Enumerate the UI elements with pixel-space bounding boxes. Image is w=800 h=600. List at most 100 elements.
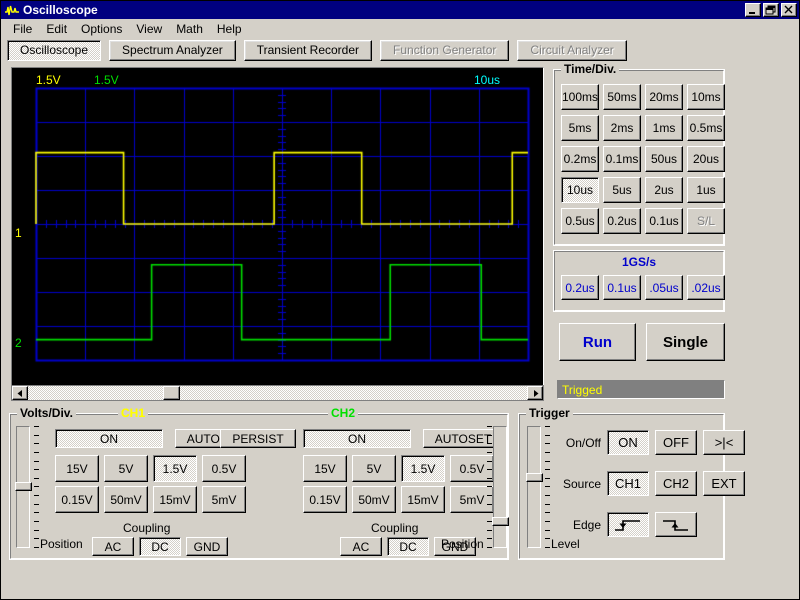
ch2-volts-readout: 1.5V [94,73,119,87]
ch2-position-slider[interactable] [492,426,509,548]
timediv-0-2us[interactable]: 0.2us [603,208,641,234]
trigger-onoff-off[interactable]: OFF [655,430,697,455]
timediv-100ms[interactable]: 100ms [561,84,599,110]
menu-options[interactable]: Options [74,21,129,37]
timediv-5us[interactable]: 5us [603,177,641,203]
persist-button[interactable]: PERSIST [220,429,296,448]
trigger-level-thumb[interactable] [526,473,543,482]
ch2-coupling-dc[interactable]: DC [387,537,429,556]
timediv-1ms[interactable]: 1ms [645,115,683,141]
trigger-edge-falling[interactable] [655,512,697,537]
ch2-range-50mv[interactable]: 50mV [352,486,396,513]
scrollbar-track[interactable] [28,386,527,400]
ch2-position-thumb[interactable] [492,517,509,526]
trigger-panel: Trigger Level On/Off ON OFF >|< Source CH1… [518,406,745,560]
samplerate-02us[interactable]: .02us [687,275,725,300]
trigger-onoff-on[interactable]: ON [607,430,649,455]
timediv-0-2ms[interactable]: 0.2ms [561,146,599,172]
scope-display[interactable]: 1.5V 1.5V 10us 1 2 [11,67,544,397]
timediv-2ms[interactable]: 2ms [603,115,641,141]
ch2-range-0-15v[interactable]: 0.15V [303,486,347,513]
run-button[interactable]: Run [559,323,636,361]
rising-edge-icon [615,519,640,531]
ch2-range-15mv[interactable]: 15mV [401,486,445,513]
ch1-position-thumb[interactable] [15,482,32,491]
trigger-level-slider[interactable] [526,426,543,548]
ch1-range-0-15v[interactable]: 0.15V [55,486,99,513]
single-button[interactable]: Single [646,323,725,361]
trigger-source-ch1[interactable]: CH1 [607,471,649,496]
timediv-20us[interactable]: 20us [687,146,725,172]
scope-horizontal-scrollbar[interactable] [11,385,544,401]
timediv-10us[interactable]: 10us [561,177,599,203]
mode-toolbar: Oscilloscope Spectrum Analyzer Transient R… [1,38,799,62]
samplerate-0-1us[interactable]: 0.1us [603,275,641,300]
timediv-0-5ms[interactable]: 0.5ms [687,115,725,141]
trigger-source-row: Source CH1 CH2 EXT [559,471,745,496]
mode-transient-recorder[interactable]: Transient Recorder [243,39,373,61]
menu-math[interactable]: Math [169,21,210,37]
timediv-0-1us[interactable]: 0.1us [645,208,683,234]
ch2-coupling-ac[interactable]: AC [340,537,382,556]
timediv-2us[interactable]: 2us [645,177,683,203]
ch1-range-1-5v[interactable]: 1.5V [153,455,197,482]
mode-circuit-analyzer: Circuit Analyzer [517,39,627,61]
trigger-source-label: Source [562,476,601,491]
ch2-title: CH2 [328,406,359,420]
scroll-right-icon [533,389,538,397]
restore-icon [765,5,776,15]
ch2-on-button[interactable]: ON [303,429,411,448]
ch1-coupling-dc[interactable]: DC [139,537,181,556]
timediv-0-1ms[interactable]: 0.1ms [603,146,641,172]
menu-file[interactable]: File [6,21,39,37]
trigger-source-ch2[interactable]: CH2 [655,471,697,496]
scroll-right-button[interactable] [527,386,543,400]
ch2-range-15v[interactable]: 15V [303,455,347,482]
samplerate-05us[interactable]: .05us [645,275,683,300]
trigger-onoff-label: On/Off [565,435,601,450]
ch1-range-50mv[interactable]: 50mV [104,486,148,513]
menu-edit[interactable]: Edit [39,21,74,37]
ch1-range-5v[interactable]: 5V [104,455,148,482]
maximize-button[interactable] [763,3,779,17]
trigger-source-ext[interactable]: EXT [703,471,745,496]
mode-spectrum-analyzer[interactable]: Spectrum Analyzer [109,39,236,61]
ch2-coupling-label: Coupling [371,521,419,535]
samplerate-0-2us[interactable]: 0.2us [561,275,599,300]
menu-bar: File Edit Options View Math Help [1,19,799,38]
menu-view[interactable]: View [129,21,169,37]
timediv-1us[interactable]: 1us [687,177,725,203]
timediv-50ms[interactable]: 50ms [603,84,641,110]
samplerate-panel: 1GS/s 0.2us 0.1us .05us .02us [553,250,725,312]
timediv-0-5us[interactable]: 0.5us [561,208,599,234]
ch1-range-15v[interactable]: 15V [55,455,99,482]
trigger-onoff-[interactable]: >|< [703,430,745,455]
menu-help[interactable]: Help [210,21,249,37]
timediv-5ms[interactable]: 5ms [561,115,599,141]
ch1-range-15mv[interactable]: 15mV [153,486,197,513]
ch2-range-5v[interactable]: 5V [352,455,396,482]
ch2-controls: PERSIST ON AUTOSET 15V 5V 1.5V 0.5V 0.15V 50m… [220,424,510,561]
timediv-50us[interactable]: 50us [645,146,683,172]
mode-function-generator: Function Generator [380,39,510,61]
ch1-range-0-5v[interactable]: 0.5V [202,455,246,482]
scroll-left-button[interactable] [12,386,28,400]
timediv-panel: Time/Div. 100ms 50ms 20ms 10ms 5ms 2ms 1ms 0.5m… [553,62,725,246]
ch1-range-5mv[interactable]: 5mV [202,486,246,513]
timediv-20ms[interactable]: 20ms [645,84,683,110]
ch1-on-button[interactable]: ON [55,429,163,448]
trigger-onoff-row: On/Off ON OFF >|< [559,430,745,455]
trigger-title: Trigger [526,406,573,420]
timediv-button-grid: 100ms 50ms 20ms 10ms 5ms 2ms 1ms 0.5ms 0.2ms 0.1m… [561,84,725,234]
oscilloscope-window: Oscilloscope File Edit Options View Math… [0,0,800,600]
ch1-position-slider[interactable] [15,426,32,548]
scrollbar-thumb[interactable] [162,386,180,400]
close-button[interactable] [781,3,797,17]
timediv-10ms[interactable]: 10ms [687,84,725,110]
trigger-edge-rising[interactable] [607,512,649,537]
ch1-coupling-gnd[interactable]: GND [186,537,228,556]
ch1-coupling-ac[interactable]: AC [92,537,134,556]
ch2-range-1-5v[interactable]: 1.5V [401,455,445,482]
minimize-button[interactable] [745,3,761,17]
mode-oscilloscope[interactable]: Oscilloscope [7,39,102,61]
